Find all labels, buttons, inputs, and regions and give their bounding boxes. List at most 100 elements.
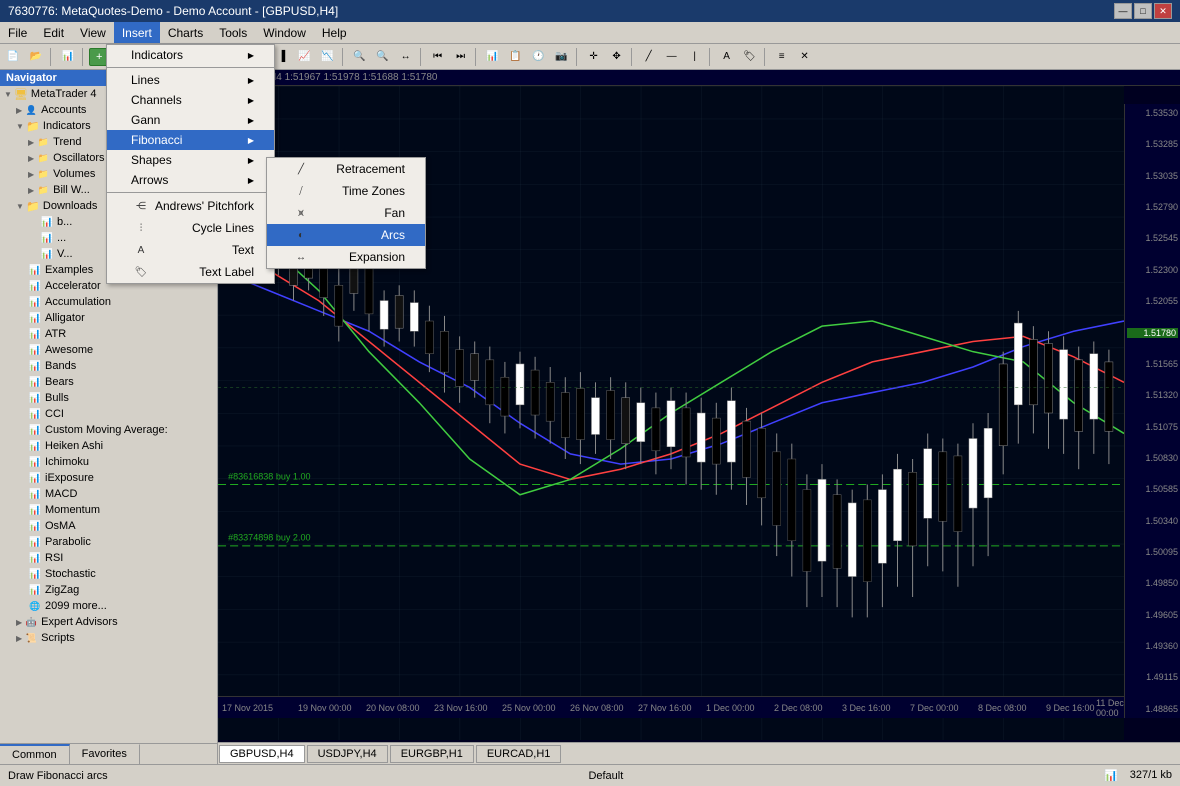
price-13: 1.50585 [1127,484,1178,494]
sep2 [82,48,86,66]
fib-time-zones[interactable]: ⧸ Time Zones [267,180,425,202]
menu-lines[interactable]: Lines ▶ [107,70,274,90]
clock-btn[interactable]: 🕐 [528,46,550,68]
nav-cci[interactable]: 📊 CCI [0,406,217,422]
close-button[interactable]: ✕ [1154,3,1172,19]
chart-icon-dots: 📊 [40,231,54,245]
time-7: 27 Nov 16:00 [638,703,692,713]
oscillators-icon: 📁 [36,151,50,165]
sep1 [50,48,54,66]
menu-tools[interactable]: Tools [211,22,255,43]
nav-iexposure-label: iExposure [45,472,94,484]
nav-accumulation[interactable]: 📊 Accumulation [0,294,217,310]
draw-hline-btn[interactable]: — [661,46,683,68]
menu-andrews-pitchfork[interactable]: ⋲ Andrews' Pitchfork [107,195,274,217]
tab-eurgbp[interactable]: EURGBP,H1 [390,745,474,763]
nav-bears[interactable]: 📊 Bears [0,374,217,390]
menu-channels[interactable]: Channels ▶ [107,90,274,110]
menu-fibonacci[interactable]: Fibonacci ▶ [107,130,274,150]
arcs-icon: ◐ [291,227,311,243]
insert-menu: Indicators ▶ Lines ▶ Channels ▶ Gann ▶ F… [106,44,275,284]
nav-bulls[interactable]: 📊 Bulls [0,390,217,406]
menu-insert[interactable]: Insert [114,22,160,43]
menu-text-label[interactable]: 🏷 Text Label [107,261,274,283]
nav-bands[interactable]: 📊 Bands [0,358,217,374]
maximize-button[interactable]: □ [1134,3,1152,19]
nav-dots-label: ... [57,232,66,244]
nav-heikenashi[interactable]: 📊 Heiken Ashi [0,438,217,454]
period-btn1[interactable]: ⏮ [427,46,449,68]
chart-candle-btn[interactable]: 📈 [294,46,316,68]
new-btn[interactable]: 📄 [2,46,24,68]
text-btn[interactable]: A [716,46,738,68]
minimize-button[interactable]: — [1114,3,1132,19]
nav-stochastic[interactable]: 📊 Stochastic [0,566,217,582]
menu-file[interactable]: File [0,22,35,43]
move-btn[interactable]: ✥ [606,46,628,68]
menu-edit[interactable]: Edit [35,22,72,43]
fib-fan[interactable]: ⩙ Fan [267,202,425,224]
indicators-btn[interactable]: 📊 [482,46,504,68]
menu-shapes[interactable]: Shapes ▶ [107,150,274,170]
nav-zigzag[interactable]: 📊 ZigZag [0,582,217,598]
zoom-in-btn[interactable]: 🔍 [349,46,371,68]
nav-iexposure[interactable]: 📊 iExposure [0,470,217,486]
period-btn2[interactable]: ⏭ [450,46,472,68]
price-2: 1.53285 [1127,139,1178,149]
btn3[interactable]: 📊 [57,46,79,68]
prop-btn[interactable]: ≡ [771,46,793,68]
text-label-label: Text Label [199,265,254,279]
nav-mt4-label: MetaTrader 4 [31,88,97,100]
menu-arrows[interactable]: Arrows ▶ [107,170,274,190]
tab-favorites[interactable]: Favorites [70,744,140,764]
chart-line-btn[interactable]: 📉 [317,46,339,68]
price-19: 1.49115 [1127,672,1178,682]
menu-indicators[interactable]: Indicators ▶ [107,45,274,65]
nav-scripts[interactable]: ▶ 📜 Scripts [0,630,217,646]
nav-atr[interactable]: 📊 ATR [0,326,217,342]
crosshair-btn[interactable]: ✛ [583,46,605,68]
nav-awesome[interactable]: 📊 Awesome [0,342,217,358]
menu-charts[interactable]: Charts [160,22,211,43]
draw-vline-btn[interactable]: | [684,46,706,68]
text-label: Text [232,243,254,257]
nav-cma[interactable]: 📊 Custom Moving Average: [0,422,217,438]
del-btn[interactable]: ✕ [794,46,816,68]
template-btn[interactable]: 📋 [505,46,527,68]
fib-retracement[interactable]: ╱ Retracement [267,158,425,180]
zoom-out-btn[interactable]: 🔍 [372,46,394,68]
menu-cycle-lines[interactable]: ⫶ Cycle Lines [107,217,274,239]
open-btn[interactable]: 📂 [25,46,47,68]
fit-btn[interactable]: ↔ [395,46,417,68]
nav-ichimoku[interactable]: 📊 Ichimoku [0,454,217,470]
nav-alligator-label: Alligator [45,312,85,324]
nav-more[interactable]: 🌐 2099 more... [0,598,217,614]
channels-arrow: ▶ [248,96,254,105]
menu-window[interactable]: Window [255,22,314,43]
nav-rsi[interactable]: 📊 RSI [0,550,217,566]
nav-heiken-label: Heiken Ashi [45,440,103,452]
menu-gann[interactable]: Gann ▶ [107,110,274,130]
time-10: 3 Dec 16:00 [842,703,891,713]
time-5: 25 Nov 00:00 [502,703,556,713]
nav-alligator[interactable]: 📊 Alligator [0,310,217,326]
draw-line-btn[interactable]: ╱ [638,46,660,68]
menu-text[interactable]: A Text [107,239,274,261]
tab-usdjpy[interactable]: USDJPY,H4 [307,745,388,763]
fib-arcs[interactable]: ◐ Arcs [267,224,425,246]
menu-view[interactable]: View [72,22,114,43]
tab-eurcad[interactable]: EURCAD,H1 [476,745,562,763]
screenshot-btn[interactable]: 📷 [551,46,573,68]
fib-expansion[interactable]: ↔ Expansion [267,246,425,268]
folder-icon-mt4: 🖥 [14,87,28,101]
nav-macd[interactable]: 📊 MACD [0,486,217,502]
menu-help[interactable]: Help [314,22,355,43]
nav-expertadvisors[interactable]: ▶ 🤖 Expert Advisors [0,614,217,630]
tab-common[interactable]: Common [0,744,70,764]
nav-oscillators-label: Oscillators [53,152,104,164]
nav-momentum[interactable]: 📊 Momentum [0,502,217,518]
tab-gbpusd[interactable]: GBPUSD,H4 [219,745,305,763]
nav-parabolic[interactable]: 📊 Parabolic [0,534,217,550]
label-btn[interactable]: 🏷 [739,46,761,68]
nav-osma[interactable]: 📊 OsMA [0,518,217,534]
